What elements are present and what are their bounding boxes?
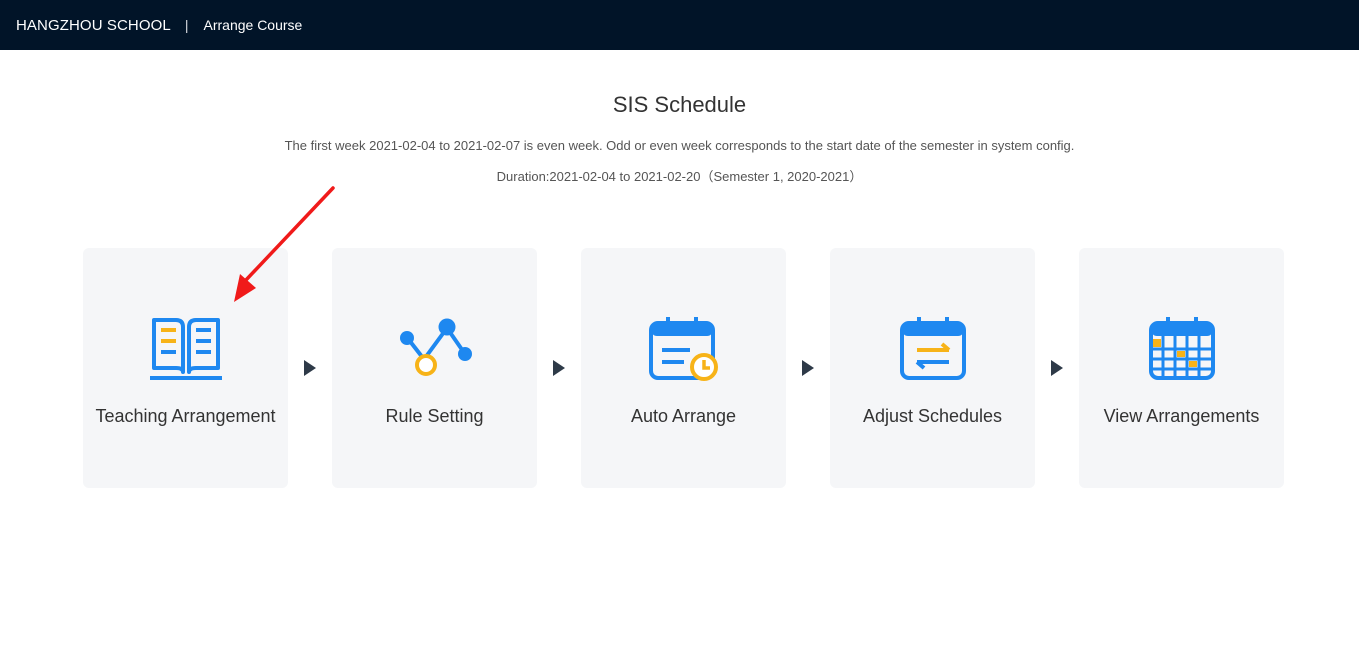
week-note: The first week 2021-02-04 to 2021-02-07 … <box>284 138 1075 153</box>
step-card-rule-setting[interactable]: Rule Setting <box>332 248 537 488</box>
step-label-rule-setting: Rule Setting <box>385 406 484 426</box>
arrow-right-icon <box>1051 360 1063 376</box>
arrow-right-icon <box>802 360 814 376</box>
step-label-teaching-arrangement: Teaching Arrangement <box>95 406 276 426</box>
duration-text: Duration:2021-02-04 to 2021-02-20（Semest… <box>496 169 863 184</box>
step-label-adjust-schedules: Adjust Schedules <box>862 406 1003 426</box>
step-label-auto-arrange: Auto Arrange <box>630 406 737 426</box>
step-card-view-arrangements[interactable]: View Arrangements <box>1079 248 1284 488</box>
arrow-right-icon <box>553 360 565 376</box>
top-bar: HANGZHOU SCHOOL | Arrange Course <box>0 0 1359 50</box>
step-card-adjust-schedules[interactable]: Adjust Schedules <box>830 248 1035 488</box>
module-name[interactable]: Arrange Course <box>204 17 303 33</box>
rule-nodes-icon <box>399 318 472 376</box>
annotation-arrow-icon <box>234 186 335 302</box>
calendar-swap-icon <box>899 317 966 380</box>
step-card-auto-arrange[interactable]: Auto Arrange <box>581 248 786 488</box>
calendar-clock-icon <box>648 317 718 381</box>
step-label-view-arrangements: View Arrangements <box>1103 406 1260 426</box>
page-title: SIS Schedule <box>612 92 747 117</box>
calendar-grid-icon <box>1148 317 1215 380</box>
arrow-right-icon <box>304 360 316 376</box>
header-separator: | <box>184 17 189 33</box>
open-book-icon <box>149 318 222 380</box>
school-name[interactable]: HANGZHOU SCHOOL <box>16 17 171 34</box>
